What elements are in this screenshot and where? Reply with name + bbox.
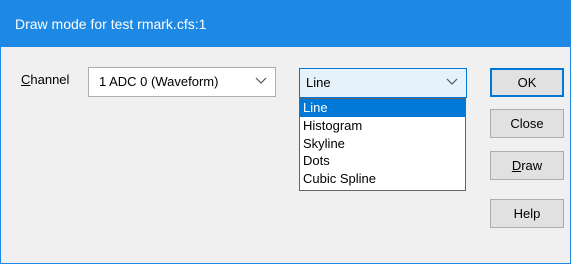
channel-label: Channel	[21, 72, 69, 87]
draw-button-mnemonic: D	[511, 158, 522, 173]
channel-select[interactable]: 1 ADC 0 (Waveform)	[88, 67, 276, 97]
close-button[interactable]: Close	[490, 109, 564, 138]
help-button[interactable]: Help	[490, 199, 564, 228]
channel-select-value: 1 ADC 0 (Waveform)	[99, 74, 219, 89]
dropdown-option-line[interactable]: Line	[300, 99, 465, 117]
dialog-titlebar[interactable]: Draw mode for test rmark.cfs:1	[1, 1, 570, 47]
draw-mode-select-value: Line	[306, 75, 331, 90]
chevron-down-icon	[255, 77, 267, 84]
draw-button-text: raw	[521, 158, 543, 173]
dialog-title: Draw mode for test rmark.cfs:1	[15, 16, 207, 32]
chevron-down-icon	[446, 78, 458, 85]
ok-button[interactable]: OK	[490, 68, 564, 97]
dropdown-option-dots[interactable]: Dots	[300, 152, 465, 170]
draw-mode-select[interactable]: Line	[299, 68, 467, 98]
draw-mode-dialog: Draw mode for test rmark.cfs:1 Channel 1…	[0, 0, 571, 264]
dropdown-option-skyline[interactable]: Skyline	[300, 135, 465, 153]
channel-label-mnemonic: C	[21, 72, 31, 87]
draw-mode-dropdown-list: Line Histogram Skyline Dots Cubic Spline	[299, 98, 466, 191]
channel-label-text: hannel	[30, 72, 70, 87]
dropdown-option-histogram[interactable]: Histogram	[300, 117, 465, 135]
draw-button[interactable]: Draw	[490, 151, 564, 180]
dropdown-option-cubic-spline[interactable]: Cubic Spline	[300, 170, 465, 188]
